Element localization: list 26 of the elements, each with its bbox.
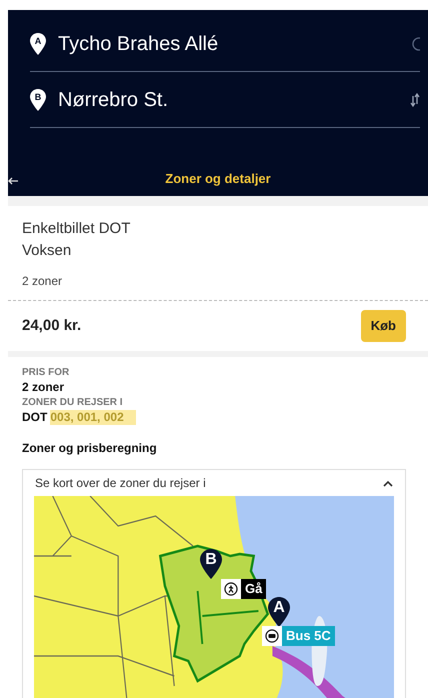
location-pin-icon: A [30,32,46,54]
map-marker: A [268,597,290,627]
traveller-type: Voksen [22,241,72,261]
swap-arrows-icon[interactable] [410,92,420,108]
walk-leg-label: Gå [221,579,266,599]
back-arrow-icon[interactable] [8,176,18,186]
section-title: Zoner og prisberegning [22,440,158,457]
location-field[interactable]: A Tycho Brahes Allé [30,16,420,72]
ticket-name: Enkeltbillet DOT [22,219,132,239]
buy-button[interactable]: Køb [360,310,406,342]
bus-leg-label: Bus 5C [262,626,335,646]
zones-label: ZONER DU REJSER I [22,396,124,410]
zone-count: 2 zoner [22,273,64,290]
chevron-up-icon[interactable] [383,480,393,486]
walking-person-icon [224,582,238,596]
price-for-value: 2 zoner [22,380,66,395]
ticket-price: 24,00 kr. [22,316,82,336]
map-marker: B [200,549,222,579]
price-for-label: PRIS FOR [22,366,70,380]
page-title: Zoner og detaljer [165,170,271,188]
zone-system: DOT [22,410,48,425]
location-pin-icon: B [30,88,46,110]
location-field[interactable]: B Nørrebro St. [30,72,420,128]
zone-numbers: 003, 001, 002 [50,410,136,425]
accordion-title[interactable]: Se kort over de zoner du rejser i [35,474,206,492]
bus-icon [265,629,279,643]
